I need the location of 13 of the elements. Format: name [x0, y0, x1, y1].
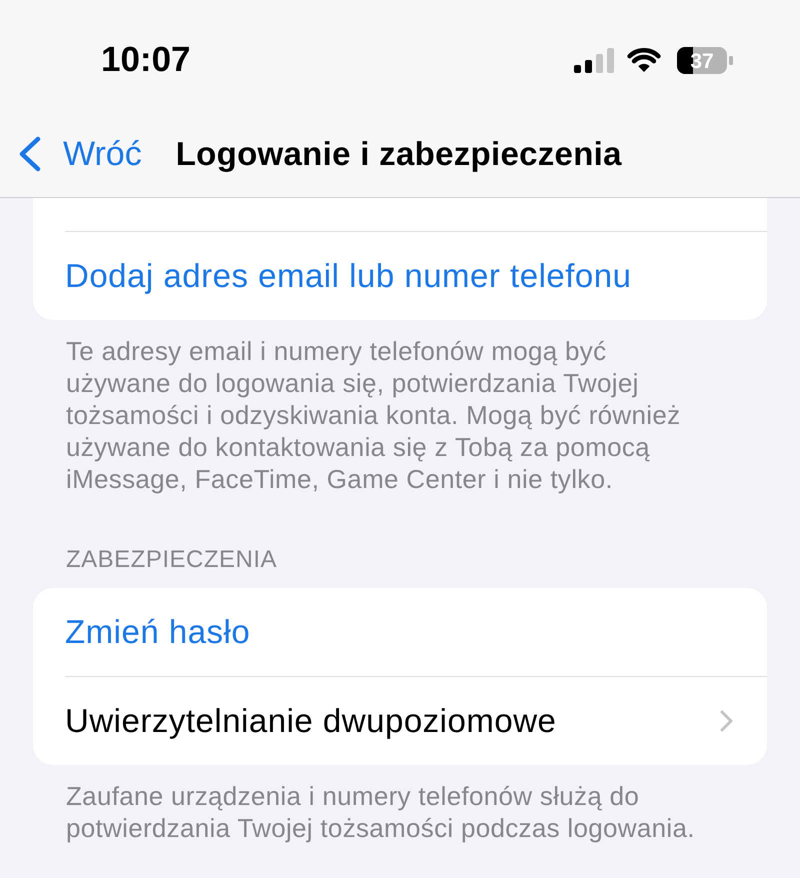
chevron-right-icon	[720, 710, 733, 732]
action-button[interactable]: Dodaj adres email lub numer telefonu	[33, 231, 767, 320]
settings-row[interactable]: Uwierzytelnianie dwupoziomowe	[33, 676, 767, 765]
nav-title: Logowanie i zabezpieczenia	[176, 134, 622, 174]
back-button[interactable]: Wróć	[18, 134, 142, 174]
wifi-icon	[627, 48, 661, 72]
status-time: 10:07	[101, 40, 191, 80]
section-footer-text: Te adresy email i numery telefonów mogą być używane do logowania się, potwierdzania Twojej tożsamości i odzyskiwania konta. Mogą być również używane do kontaktowania się z Tobą za pomocą iMessage, FaceTime, Game Center i nie tylko.	[65, 335, 682, 495]
section-footer-text: Zaufane urządzenia i numery telefonów służą do potwierdzania Twojej tożsamości podczas logowania.	[65, 780, 696, 844]
chevron-left-icon	[18, 136, 42, 172]
section-header: ZABEZPIECZENIA	[65, 546, 278, 574]
action-button[interactable]: Zmień hasło	[33, 588, 767, 676]
signal-icon	[574, 48, 614, 72]
